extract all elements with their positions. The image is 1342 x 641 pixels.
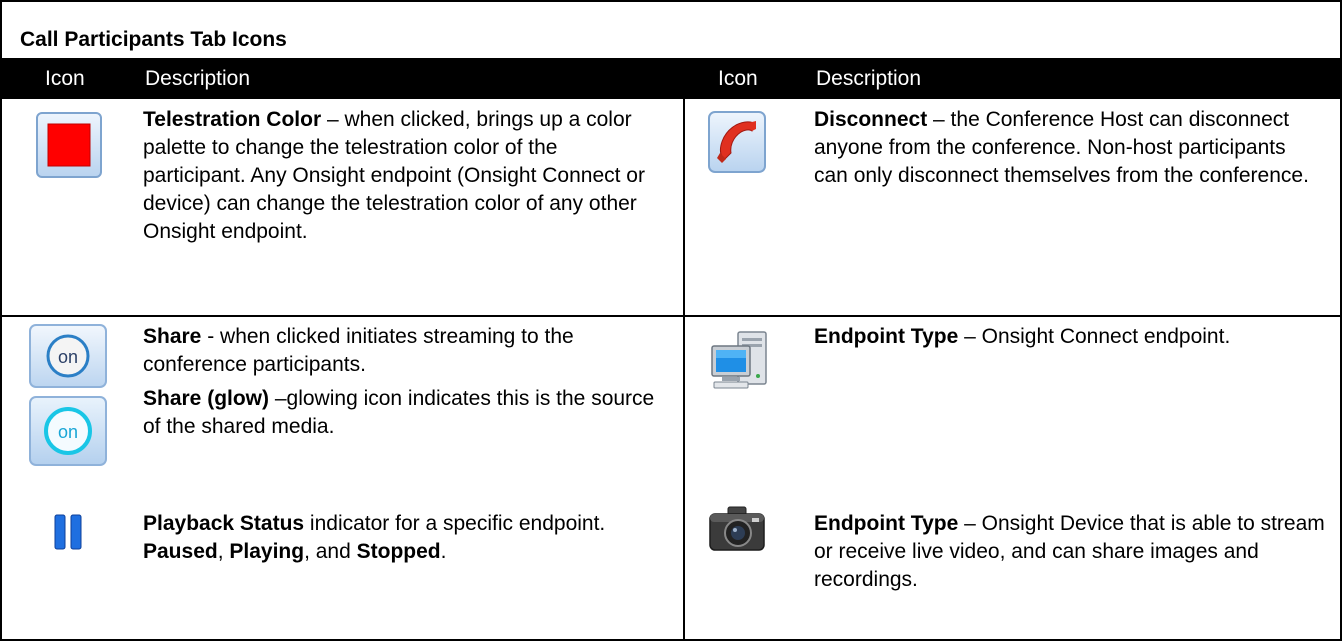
- stopped-label: Stopped: [356, 540, 441, 563]
- share-text: - when clicked initiates streaming to th…: [143, 325, 574, 376]
- icons-table: Call Participants Tab Icons Icon Descrip…: [0, 0, 1342, 641]
- playing-label: Playing: [229, 540, 305, 563]
- telestration-color-label: Telestration Color: [143, 108, 322, 131]
- header-description-right: Description: [816, 67, 922, 90]
- pause-icon: [54, 514, 82, 550]
- share-glow-icon: on: [29, 396, 107, 466]
- telestration-color-icon: [36, 112, 102, 178]
- period: .: [440, 540, 447, 563]
- header-description-left: Description: [145, 67, 251, 90]
- endpoint-type-device-label: Endpoint Type: [814, 512, 959, 535]
- endpoint-type-device-description: Endpoint Type – Onsight Device that is a…: [814, 510, 1329, 594]
- endpoint-type-connect-text: – Onsight Connect endpoint.: [958, 325, 1231, 348]
- endpoint-type-connect-description: Endpoint Type – Onsight Connect endpoint…: [814, 323, 1324, 351]
- header-icon-left: Icon: [45, 67, 85, 90]
- share-description: Share - when clicked initiates streaming…: [143, 323, 673, 379]
- endpoint-type-connect-label: Endpoint Type: [814, 325, 959, 348]
- share-glow-icon-text: on: [58, 422, 78, 442]
- header-icon-right: Icon: [718, 67, 758, 90]
- header-row: Icon Description Icon Description: [2, 59, 1340, 99]
- share-on-icon: on: [29, 324, 107, 388]
- row-divider: [0, 315, 1342, 317]
- playback-status-text: indicator for a specific endpoint.: [304, 512, 606, 535]
- disconnect-description: Disconnect – the Conference Host can dis…: [814, 106, 1324, 190]
- column-divider: [683, 99, 685, 641]
- share-on-icon-text: on: [58, 347, 78, 367]
- disconnect-phone-icon: [708, 111, 766, 173]
- camera-icon: [709, 506, 765, 551]
- share-label: Share: [143, 325, 202, 348]
- paused-label: Paused: [143, 540, 218, 563]
- playback-status-label: Playback Status: [143, 512, 305, 535]
- separator-1: ,: [217, 540, 230, 563]
- disconnect-label: Disconnect: [814, 108, 928, 131]
- share-glow-description: Share (glow) –glowing icon indicates thi…: [143, 385, 673, 441]
- computer-icon: [711, 331, 767, 389]
- table-title: Call Participants Tab Icons: [20, 28, 287, 51]
- playback-status-description: Playback Status indicator for a specific…: [143, 510, 673, 566]
- share-glow-label: Share (glow): [143, 387, 270, 410]
- separator-2: , and: [304, 540, 357, 563]
- table-border-top: [0, 0, 1342, 2]
- telestration-color-description: Telestration Color – when clicked, bring…: [143, 106, 663, 246]
